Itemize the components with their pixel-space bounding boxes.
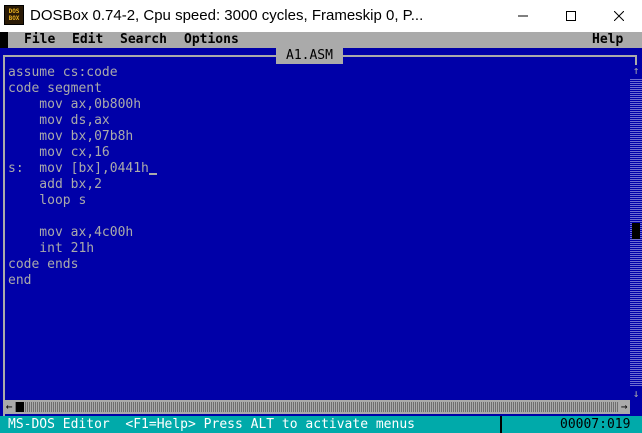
file-title: A1.ASM [276, 48, 343, 64]
code-line[interactable] [8, 209, 630, 225]
code-line[interactable]: assume cs:code [8, 65, 630, 81]
code-line[interactable]: code ends [8, 257, 630, 273]
text-cursor [148, 173, 157, 175]
maximize-icon [566, 11, 576, 21]
window-titlebar[interactable]: DOS BOX DOSBox 0.74-2, Cpu speed: 3000 c… [0, 0, 642, 32]
status-separator [500, 416, 502, 433]
code-line[interactable]: mov ds,ax [8, 113, 630, 129]
menu-help[interactable]: Help [592, 32, 623, 48]
scroll-right-arrow-icon[interactable]: → [618, 401, 630, 413]
status-bar: MS-DOS Editor <F1=Help> Press ALT to act… [0, 416, 642, 433]
code-line[interactable]: mov cx,16 [8, 145, 630, 161]
horizontal-scrollbar[interactable]: ← → [3, 400, 630, 414]
vertical-scrollbar[interactable]: ↑ ↓ [630, 65, 642, 400]
menu-options[interactable]: Options [184, 32, 239, 48]
menu-file[interactable]: File [24, 32, 55, 48]
code-line[interactable]: mov ax,0b800h [8, 97, 630, 113]
menu-cursor-block [0, 32, 8, 48]
icon-text-box: BOX [8, 15, 20, 22]
code-line[interactable]: add bx,2 [8, 177, 630, 193]
code-line[interactable]: code segment [8, 81, 630, 97]
menu-search[interactable]: Search [120, 32, 167, 48]
window-title: DOSBox 0.74-2, Cpu speed: 3000 cycles, F… [30, 7, 424, 24]
close-icon [614, 11, 624, 21]
maximize-button[interactable] [548, 0, 594, 32]
code-line-active[interactable]: s: mov [bx],0441h [8, 161, 630, 177]
scroll-down-arrow-icon[interactable]: ↓ [630, 388, 642, 400]
code-line[interactable]: end [8, 273, 630, 289]
scroll-left-arrow-icon[interactable]: ← [3, 401, 15, 413]
icon-text-dos: DOS [8, 8, 20, 15]
code-line[interactable]: int 21h [8, 241, 630, 257]
menu-edit[interactable]: Edit [72, 32, 103, 48]
cursor-position: 00007:019 [560, 417, 631, 432]
code-line-text: s: mov [bx],0441h [8, 161, 149, 176]
status-text: MS-DOS Editor <F1=Help> Press ALT to act… [8, 417, 415, 432]
vertical-scroll-thumb[interactable] [632, 223, 640, 239]
code-line[interactable]: mov ax,4c00h [8, 225, 630, 241]
scroll-up-arrow-icon[interactable]: ↑ [630, 65, 642, 77]
editor-text-area[interactable]: assume cs:code code segment mov ax,0b800… [8, 65, 630, 400]
horizontal-scroll-thumb[interactable] [16, 402, 24, 412]
dosbox-icon[interactable]: DOS BOX [4, 5, 24, 25]
code-line[interactable]: mov bx,07b8h [8, 129, 630, 145]
horizontal-scroll-track[interactable] [15, 402, 618, 412]
dos-screen[interactable]: File Edit Search Options Help A1.ASM ass… [0, 32, 642, 433]
menu-bar: File Edit Search Options Help [0, 32, 642, 48]
close-button[interactable] [596, 0, 642, 32]
minimize-button[interactable] [500, 0, 546, 32]
code-line[interactable]: loop s [8, 193, 630, 209]
minimize-icon [518, 15, 528, 17]
